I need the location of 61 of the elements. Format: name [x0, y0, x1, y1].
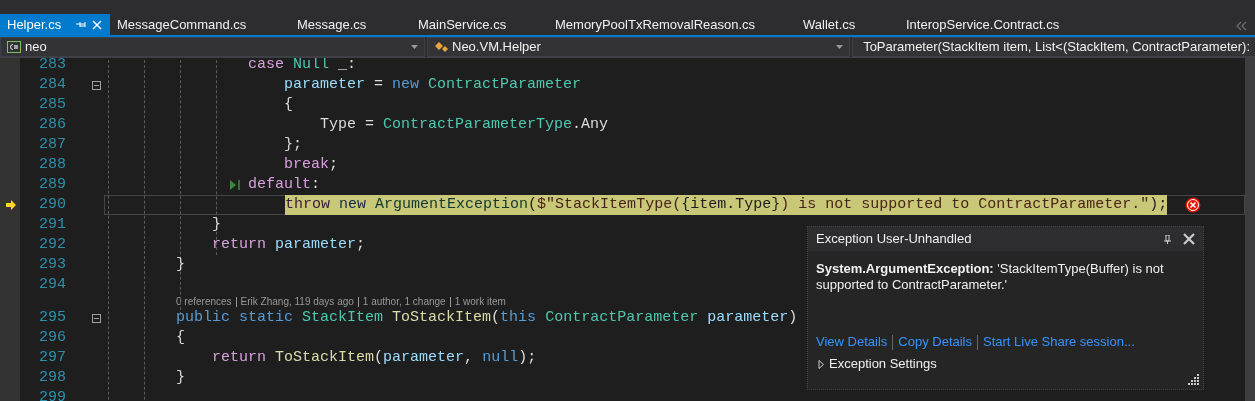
class-icon: [434, 41, 448, 53]
csharp-file-icon: [7, 41, 21, 53]
code-line: {: [284, 95, 294, 115]
line-number: 298: [38, 368, 66, 388]
code-line: }: [176, 255, 186, 275]
code-line: }: [176, 368, 186, 388]
project-dropdown[interactable]: neo: [0, 37, 425, 57]
member-dropdown[interactable]: ToParameter(StackItem item, List<(StackItem, ContractParameter):: [852, 37, 1255, 57]
file-tab[interactable]: Message.cs: [290, 14, 411, 35]
collapse-icon[interactable]: [92, 80, 101, 90]
code-line: Type = ContractParameterType.Any: [320, 115, 609, 135]
code-line: parameter = new ContractParameter: [284, 75, 582, 95]
popup-link[interactable]: Start Live Share session...: [983, 332, 1135, 352]
line-number: 292: [38, 235, 66, 255]
line-number: 297: [38, 348, 66, 368]
line-number: 295: [38, 308, 66, 328]
codelens-link[interactable]: 1 work item: [454, 295, 506, 308]
line-number: 290: [38, 195, 66, 215]
dropdown-arrow-icon: [411, 45, 418, 49]
line-number: 296: [38, 328, 66, 348]
collapse-icon[interactable]: [92, 313, 101, 323]
file-tab[interactable]: MainService.cs: [411, 14, 548, 35]
run-to-click-icon[interactable]: [230, 180, 240, 190]
exception-message: System.ArgumentException: 'StackItemType(Buffer) is not supported to ContractParameter.': [816, 261, 1165, 293]
codelens-link[interactable]: 1 author, 1 change: [362, 295, 446, 308]
file-tab[interactable]: MemoryPoolTxRemovalReason.cs: [548, 14, 796, 35]
exception-settings-toggle[interactable]: Exception Settings: [829, 354, 937, 374]
code-line: break;: [284, 155, 339, 175]
line-number: 289: [38, 175, 66, 195]
file-tab[interactable]: MessageCommand.cs: [110, 14, 290, 35]
close-icon[interactable]: [1183, 233, 1195, 245]
line-number: 286: [38, 115, 66, 135]
expander-icon[interactable]: [818, 359, 825, 369]
code-line: default:: [248, 175, 321, 195]
line-number: 287: [38, 135, 66, 155]
type-dropdown[interactable]: Neo.VM.Helper: [427, 37, 850, 57]
popup-title: Exception User-Unhandled: [816, 230, 972, 249]
scroll-bar[interactable]: [1245, 58, 1255, 401]
code-line: public static StackItem ToStackItem(this ContractParameter parameter): [176, 308, 798, 328]
line-number: 285: [38, 95, 66, 115]
line-number: 294: [38, 275, 66, 295]
popup-link[interactable]: Copy Details: [898, 332, 972, 352]
code-line: {: [176, 328, 186, 348]
code-line: };: [284, 135, 303, 155]
line-number: 293: [38, 255, 66, 275]
file-tab[interactable]: Wallet.cs: [796, 14, 899, 35]
line-number: 284: [38, 75, 66, 95]
file-tab[interactable]: InteropService.Contract.cs: [899, 14, 1099, 35]
line-number: 288: [38, 155, 66, 175]
code-line: return ToStackItem(parameter, null);: [212, 348, 537, 368]
line-number: 299: [38, 388, 66, 401]
pin-icon[interactable]: [1164, 234, 1171, 244]
line-number: 283: [38, 58, 66, 75]
dropdown-arrow-icon: [836, 45, 843, 49]
resize-grip-icon[interactable]: [1188, 373, 1199, 385]
code-line: return parameter;: [212, 235, 366, 255]
code-line: }: [212, 215, 222, 235]
codelens-link[interactable]: Erik Zhang, 119 days ago: [240, 295, 354, 308]
line-number: 291: [38, 215, 66, 235]
popup-link[interactable]: View Details: [816, 332, 888, 352]
double-chevron-icon[interactable]: [1236, 21, 1247, 31]
